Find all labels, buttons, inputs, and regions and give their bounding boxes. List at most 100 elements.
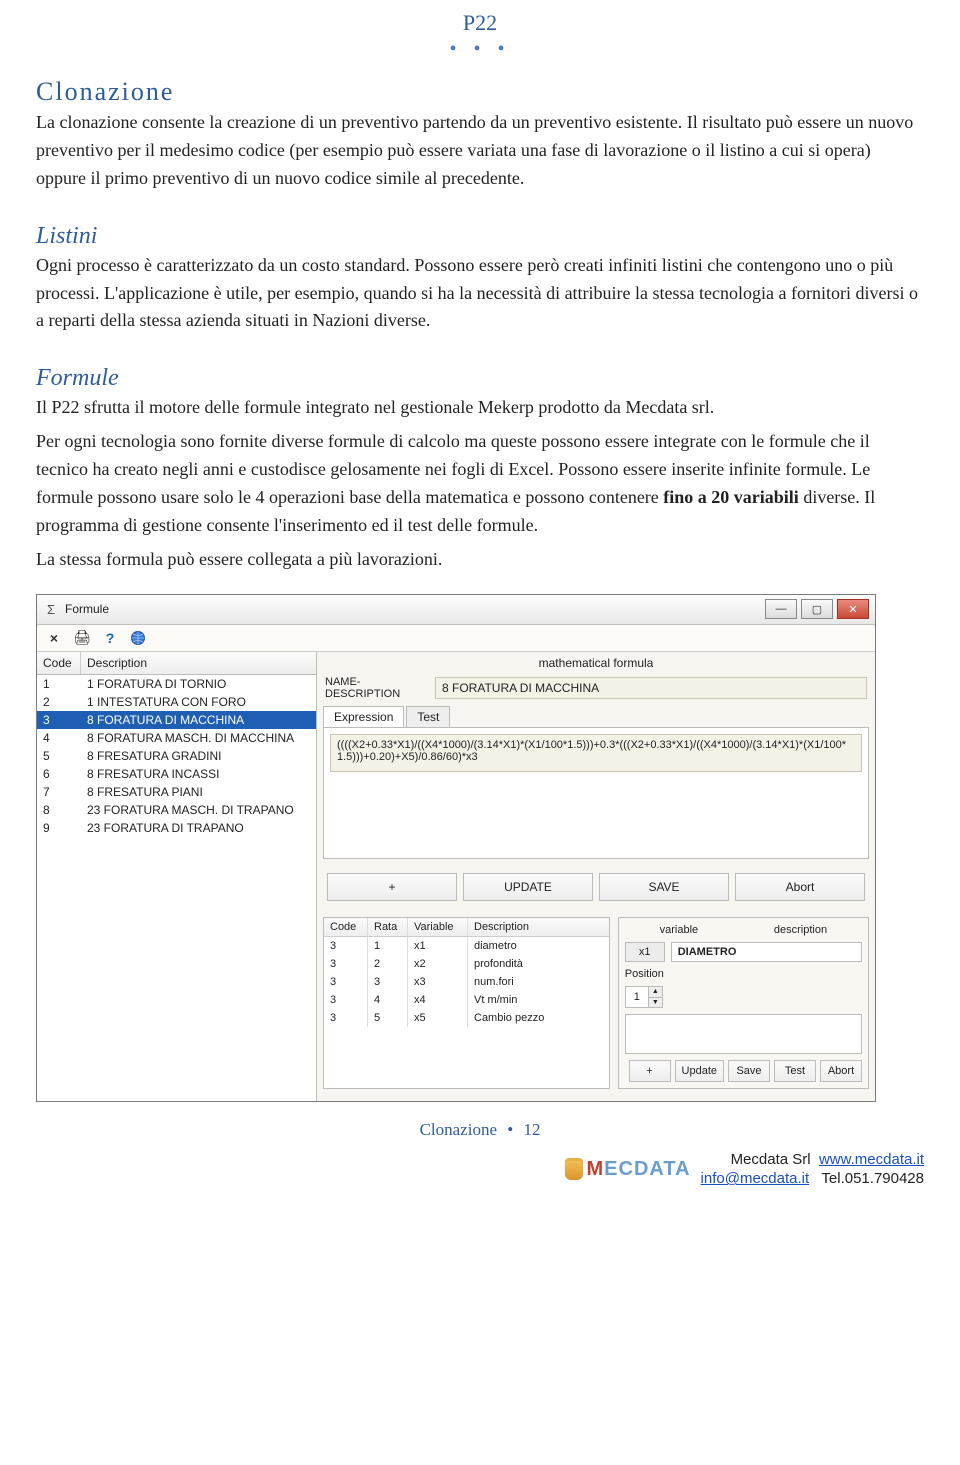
heading-listini: Listini xyxy=(36,223,924,250)
titlebar: Σ Formule — ▢ ✕ xyxy=(37,595,875,625)
math-formula-label: mathematical formula xyxy=(317,652,875,674)
table-row[interactable]: 34x4Vt m/min xyxy=(324,991,609,1009)
list-item-description: 8 FRESATURA GRADINI xyxy=(81,747,316,765)
var-save-button[interactable]: Save xyxy=(728,1060,770,1082)
web-icon[interactable] xyxy=(129,629,147,647)
db-icon xyxy=(565,1158,583,1180)
name-description-value[interactable]: 8 FORATURA DI MACCHINA xyxy=(435,677,867,699)
mecdata-logo: MECDATA xyxy=(565,1158,691,1181)
para-formule-1: Il P22 sfrutta il motore delle formule i… xyxy=(36,394,924,422)
col-header-code[interactable]: Code xyxy=(37,652,81,674)
document-header: P22 • • • xyxy=(0,0,960,61)
list-item-code: 1 xyxy=(37,675,81,693)
expression-input[interactable]: ((((X2+0.33*X1)/((X4*1000)/(3.14*X1)*(X1… xyxy=(330,734,862,772)
company-name: Mecdata Srl xyxy=(731,1151,811,1168)
list-item-description: 1 INTESTATURA CON FORO xyxy=(81,693,316,711)
col-var-description[interactable]: Description xyxy=(468,918,609,936)
list-item-description: 8 FORATURA DI MACCHINA xyxy=(81,711,316,729)
list-item-description: 1 FORATURA DI TORNIO xyxy=(81,675,316,693)
list-item-code: 6 xyxy=(37,765,81,783)
detail-pane: mathematical formula NAME-DESCRIPTION 8 … xyxy=(317,652,875,1101)
company-website-link[interactable]: www.mecdata.it xyxy=(819,1151,924,1168)
list-item[interactable]: 21 INTESTATURA CON FORO xyxy=(37,693,316,711)
para-listini: Ogni processo è caratterizzato da un cos… xyxy=(36,252,924,336)
formula-list: Code Description 11 FORATURA DI TORNIO21… xyxy=(37,652,317,1101)
list-item-code: 3 xyxy=(37,711,81,729)
lbl-position: Position xyxy=(625,968,664,980)
list-item-description: 23 FORATURA DI TRAPANO xyxy=(81,819,316,837)
col-var-variable[interactable]: Variable xyxy=(408,918,468,936)
position-stepper[interactable]: 1 ▲ ▼ xyxy=(625,986,663,1008)
footer-page-number: 12 xyxy=(523,1120,540,1139)
name-description-label: NAME-DESCRIPTION xyxy=(325,676,435,700)
list-item[interactable]: 48 FORATURA MASCH. DI MACCHINA xyxy=(37,729,316,747)
col-header-description[interactable]: Description xyxy=(81,652,316,674)
lbl-variable: variable xyxy=(660,924,699,936)
list-item-code: 7 xyxy=(37,783,81,801)
lbl-description: description xyxy=(774,924,827,936)
print-icon[interactable]: 🖨 xyxy=(73,629,91,647)
col-var-rata[interactable]: Rata xyxy=(368,918,408,936)
heading-formule: Formule xyxy=(36,365,924,392)
variable-detail-panel: variable description x1 DIAMETRO Positio… xyxy=(618,917,869,1089)
doc-code: P22 xyxy=(0,10,960,36)
maximize-button[interactable]: ▢ xyxy=(801,599,833,619)
company-tel: Tel.051.790428 xyxy=(821,1170,924,1187)
list-item-description: 8 FORATURA MASCH. DI MACCHINA xyxy=(81,729,316,747)
para-formule-2: Per ogni tecnologia sono fornite diverse… xyxy=(36,428,924,540)
variable-description-field[interactable]: DIAMETRO xyxy=(671,942,862,962)
list-item[interactable]: 58 FRESATURA GRADINI xyxy=(37,747,316,765)
toolbar: × 🖨 ? xyxy=(37,625,875,652)
variable-notes-input[interactable] xyxy=(625,1014,862,1054)
list-item[interactable]: 38 FORATURA DI MACCHINA xyxy=(37,711,316,729)
header-dots: • • • xyxy=(0,38,960,61)
page-footer: Clonazione • 12 xyxy=(36,1120,924,1140)
variables-table: Code Rata Variable Description 31x1diame… xyxy=(323,917,610,1089)
list-item-code: 2 xyxy=(37,693,81,711)
list-item[interactable]: 68 FRESATURA INCASSI xyxy=(37,765,316,783)
list-item-code: 8 xyxy=(37,801,81,819)
list-item[interactable]: 11 FORATURA DI TORNIO xyxy=(37,675,316,693)
para-clonazione: La clonazione consente la creazione di u… xyxy=(36,109,924,193)
tab-expression[interactable]: Expression xyxy=(323,706,404,727)
window-title: Formule xyxy=(65,602,765,616)
list-item[interactable]: 923 FORATURA DI TRAPANO xyxy=(37,819,316,837)
document-body: Clonazione La clonazione consente la cre… xyxy=(0,61,960,1140)
close-icon[interactable]: × xyxy=(45,629,63,647)
list-item[interactable]: 78 FRESATURA PIANI xyxy=(37,783,316,801)
position-value: 1 xyxy=(626,989,648,1005)
footer-dot: • xyxy=(501,1120,519,1139)
app-window-formule: Σ Formule — ▢ ✕ × 🖨 ? Code Description 1… xyxy=(36,594,876,1102)
para-formule-3: La stessa formula può essere collegata a… xyxy=(36,546,924,574)
var-abort-button[interactable]: Abort xyxy=(820,1060,862,1082)
tab-test[interactable]: Test xyxy=(406,706,450,727)
var-update-button[interactable]: Update xyxy=(675,1060,724,1082)
sigma-icon: Σ xyxy=(43,601,59,617)
table-row[interactable]: 32x2profondità xyxy=(324,955,609,973)
list-item-code: 5 xyxy=(37,747,81,765)
close-button[interactable]: ✕ xyxy=(837,599,869,619)
table-row[interactable]: 33x3num.fori xyxy=(324,973,609,991)
update-button[interactable]: UPDATE xyxy=(463,873,593,901)
col-var-code[interactable]: Code xyxy=(324,918,368,936)
company-email-link[interactable]: info@mecdata.it xyxy=(701,1170,810,1187)
var-test-button[interactable]: Test xyxy=(774,1060,816,1082)
list-item-description: 23 FORATURA MASCH. DI TRAPANO xyxy=(81,801,316,819)
brand-footer: MECDATA Mecdata Srl www.mecdata.it info@… xyxy=(0,1140,960,1207)
para-formule-2-bold: fino a 20 variabili xyxy=(663,487,799,507)
add-button[interactable]: + xyxy=(327,873,457,901)
table-row[interactable]: 31x1diametro xyxy=(324,937,609,955)
abort-button[interactable]: Abort xyxy=(735,873,865,901)
table-row[interactable]: 35x5Cambio pezzo xyxy=(324,1009,609,1027)
variable-name-field[interactable]: x1 xyxy=(625,942,665,962)
heading-clonazione: Clonazione xyxy=(36,77,924,107)
chevron-down-icon[interactable]: ▼ xyxy=(648,997,662,1007)
list-item[interactable]: 823 FORATURA MASCH. DI TRAPANO xyxy=(37,801,316,819)
help-icon[interactable]: ? xyxy=(101,629,119,647)
list-item-code: 9 xyxy=(37,819,81,837)
chevron-up-icon[interactable]: ▲ xyxy=(648,987,662,997)
brand-info: Mecdata Srl www.mecdata.it info@mecdata.… xyxy=(701,1150,924,1189)
var-add-button[interactable]: + xyxy=(629,1060,671,1082)
save-button[interactable]: SAVE xyxy=(599,873,729,901)
minimize-button[interactable]: — xyxy=(765,599,797,619)
